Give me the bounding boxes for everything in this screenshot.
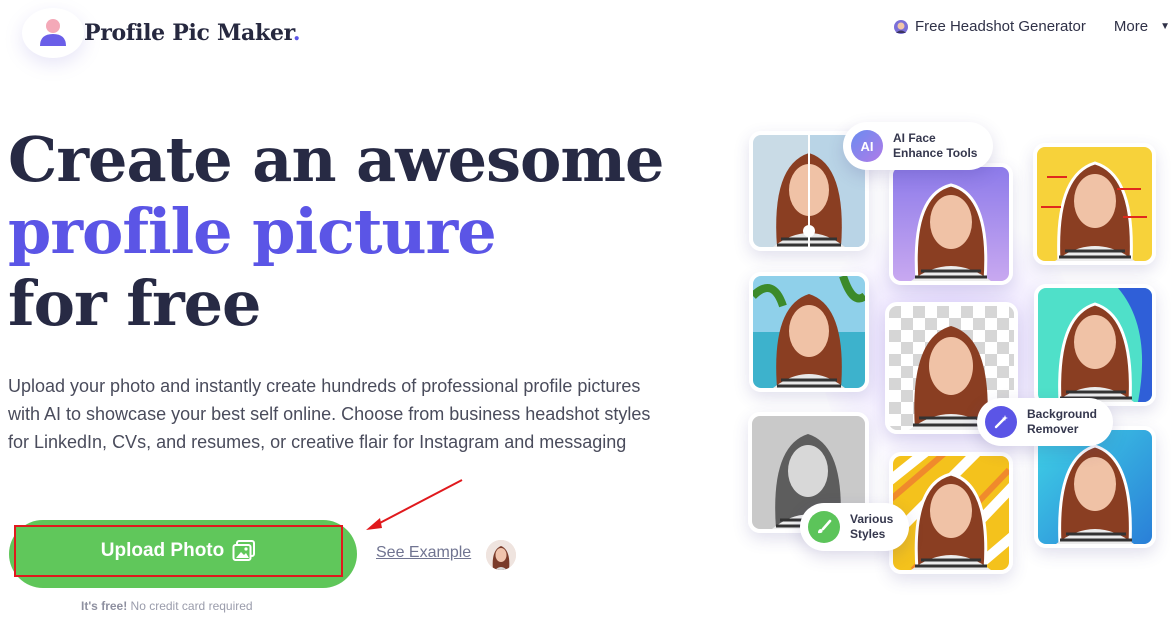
hero-description: Upload your photo and instantly create h… [8, 376, 651, 452]
sample-tile-pattern [889, 452, 1013, 574]
chevron-down-icon: ▼ [1160, 21, 1170, 32]
hero-title-line1: Create an awesome [8, 123, 664, 196]
nav-free-headshot-generator[interactable]: Free Headshot Generator [893, 18, 1086, 35]
sample-tile-purple [889, 163, 1013, 285]
paintbrush-icon [808, 511, 840, 543]
styles-feature-line2: Styles [850, 527, 886, 541]
ai-feature-line1: AI Face [893, 131, 936, 145]
upload-photo-label: Upload Photo [100, 540, 225, 561]
feature-ai-face-enhance: AI AI Face Enhance Tools [843, 122, 994, 170]
styles-feature-line1: Various [850, 512, 894, 526]
hero-title-line3: for free [8, 267, 262, 340]
upload-photo-button[interactable]: Upload Photo [14, 525, 343, 577]
brand-name: Profile Pic Maker. [84, 20, 301, 46]
sample-tile-beach [749, 272, 869, 392]
logo[interactable]: Profile Pic Maker. [22, 8, 301, 58]
annotation-arrow [366, 479, 463, 530]
bg-feature-line2: Remover [1027, 422, 1079, 436]
top-nav: Free Headshot Generator More ▼ [893, 18, 1170, 35]
hero-title: Create an awesome profile picture for fr… [8, 123, 664, 340]
nav-more-dropdown[interactable]: More ▼ [1114, 18, 1170, 35]
free-note: It's free! No credit card required [81, 599, 253, 613]
free-note-bold: It's free! [81, 599, 128, 613]
feature-various-styles: Various Styles [800, 503, 910, 551]
nav-headshot-label: Free Headshot Generator [914, 18, 1086, 35]
nav-more-label: More [1113, 18, 1149, 35]
bg-feature-line1: Background [1027, 407, 1098, 421]
ai-badge-text: AI [860, 138, 874, 154]
hero-title-line2: profile picture [8, 195, 497, 268]
headshot-icon [893, 19, 908, 34]
sample-tile-teal [1034, 284, 1156, 406]
ai-badge-icon: AI [851, 130, 883, 162]
see-example-link[interactable]: See Example [376, 544, 471, 562]
logo-avatar-icon [22, 8, 84, 58]
styles-feature-label: Various Styles [850, 512, 893, 542]
free-note-text: No credit card required [127, 599, 253, 613]
image-icon [232, 540, 256, 561]
bg-feature-label: Background Remover [1027, 407, 1097, 437]
example-avatar[interactable] [486, 540, 516, 570]
feature-background-remover: Background Remover [977, 398, 1114, 446]
ai-feature-label: AI Face Enhance Tools [893, 131, 977, 161]
magic-wand-icon [985, 406, 1017, 438]
ai-feature-line2: Enhance Tools [893, 146, 978, 160]
sample-tile-yellow [1033, 143, 1156, 265]
